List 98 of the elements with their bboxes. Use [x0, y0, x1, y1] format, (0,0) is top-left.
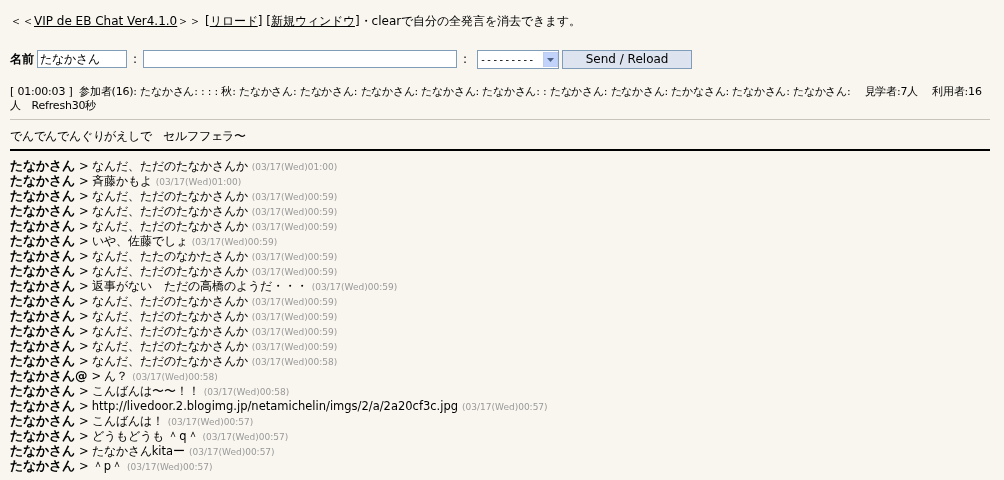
- message-separator: >: [79, 234, 89, 248]
- message-author: たなかさん: [10, 248, 75, 265]
- message-separator: >: [79, 279, 89, 293]
- message-author: たなかさん: [10, 428, 75, 445]
- message-text: こんばんは〜〜！！: [91, 384, 200, 399]
- message-time: (03/17(Wed)00:59): [191, 237, 278, 247]
- message-text: ＾p＾: [91, 459, 123, 474]
- message-separator: >: [79, 159, 89, 173]
- message-separator: >: [79, 414, 89, 428]
- message-separator: >: [79, 354, 89, 368]
- message-separator: >: [79, 399, 89, 413]
- message-separator: >: [79, 189, 89, 203]
- message-text: なんだ、ただのたなかさんか: [91, 309, 248, 324]
- message-author: たなかさん: [10, 188, 75, 205]
- send-reload-button[interactable]: Send / Reload: [562, 49, 693, 69]
- message-separator: >: [79, 459, 89, 473]
- header-link[interactable]: リロード: [209, 14, 258, 28]
- message-author: たなかさん: [10, 173, 75, 190]
- message-text: なんだ、たたのなかたさんか: [91, 249, 248, 264]
- message-author: たなかさん: [10, 338, 75, 355]
- field-separator: :: [463, 52, 468, 66]
- message-text: なんだ、ただのたなかさんか: [91, 294, 248, 309]
- message-text: なんだ、ただのたなかさんか: [91, 264, 248, 279]
- message-time: (03/17(Wed)00:58): [132, 372, 218, 382]
- header-text: ＜＜VIP de EB Chat Ver4.1.0＞＞ [リロード] [新規ウィンドウ]・clearで自分の全発言を消去できます。: [10, 13, 583, 30]
- message-separator: >: [79, 219, 89, 233]
- message-author: たなかさん: [10, 293, 75, 310]
- message-time: (03/17(Wed)00:57): [202, 432, 289, 442]
- message-text: なんだ、ただのたなかさんか: [91, 204, 248, 219]
- message-text: いや、佐藤でしょ: [91, 234, 188, 249]
- message-time: (03/17(Wed)01:00): [155, 177, 242, 187]
- status-text: [ 01:00:03 ] 参加者(16): たなかさん: : : : 秋: たなかさん: たなかさん: たなかさん: たなかさん: たなかさん: : たなかさん: たなかさん: たかなさん: たなかさん: たなかさん: 見学者:7人 利用者:16人 Refresh30秒: [10, 85, 990, 120]
- message-text: 返事がない ただの高橋のようだ・・・: [91, 279, 308, 294]
- message-author: たなかさん: [10, 308, 75, 325]
- message-author: たなかさん: [10, 458, 75, 475]
- message-separator: >: [79, 444, 89, 458]
- message-text: なんだ、ただのたなかさんか: [91, 324, 248, 339]
- message-author: たなかさん: [10, 383, 75, 400]
- message-time: (03/17(Wed)00:57): [189, 447, 275, 457]
- header-link[interactable]: 新規ウィンドウ: [270, 14, 355, 28]
- message-author: たなかさん: [10, 413, 75, 430]
- message-separator: >: [79, 429, 89, 443]
- message-separator: >: [79, 174, 89, 188]
- message-text: なんだ、ただのたなかさんか: [91, 219, 248, 234]
- message-text: なんだ、ただのたなかさんか: [91, 339, 248, 354]
- message-text: 斉藤かもよ: [91, 174, 152, 189]
- message-author: たなかさん@: [10, 368, 88, 385]
- header-link[interactable]: VIP de EB Chat Ver4.1.0: [34, 14, 178, 28]
- message-separator: >: [79, 309, 89, 323]
- message-author: たなかさん: [10, 278, 75, 295]
- message-text: こんばんは！: [91, 414, 164, 429]
- message-author: たなかさん: [10, 158, 75, 175]
- message-time: (03/17(Wed)00:59): [311, 282, 398, 292]
- message-time: (03/17(Wed)00:57): [126, 462, 213, 472]
- message-author: たなかさん: [10, 443, 75, 460]
- message-time: (03/17(Wed)01:00): [251, 162, 338, 172]
- message-author: たなかさん: [10, 353, 75, 370]
- message-author: たなかさん: [10, 233, 75, 250]
- message-time: (03/17(Wed)00:59): [251, 222, 338, 232]
- message-text: なんだ、ただのたなかさんか: [91, 189, 248, 204]
- message-separator: >: [91, 369, 102, 383]
- message-author: たなかさん: [10, 203, 75, 220]
- message-time: (03/17(Wed)00:59): [251, 252, 338, 262]
- name-label: 名前: [10, 50, 34, 68]
- message-author: たなかさん: [10, 398, 75, 415]
- message-time: (03/17(Wed)00:57): [462, 402, 548, 412]
- message-text: なんだ、ただのたなかさんか: [91, 159, 248, 174]
- message-time: (03/17(Wed)00:59): [251, 207, 338, 217]
- message-text: ん？: [104, 369, 129, 384]
- message-separator: >: [79, 264, 89, 278]
- message-time: (03/17(Wed)00:59): [251, 267, 338, 277]
- message-time: (03/17(Wed)00:59): [251, 297, 338, 307]
- color-dropdown[interactable]: ---------: [477, 49, 560, 69]
- message-separator: >: [79, 339, 89, 353]
- topic-text: でんでんでんぐりがえしで セルフフェラ〜: [10, 129, 990, 151]
- message-time: (03/17(Wed)00:58): [203, 387, 290, 397]
- message-time: (03/17(Wed)00:59): [251, 312, 338, 322]
- message-author: たなかさん: [10, 323, 75, 340]
- message-text: なんだ、ただのたなかさんか: [91, 354, 248, 369]
- message-time: (03/17(Wed)00:58): [251, 357, 338, 367]
- message-author: たなかさん: [10, 218, 75, 235]
- message-separator: >: [79, 249, 89, 263]
- message-separator: >: [79, 324, 89, 338]
- message-time: (03/17(Wed)00:59): [251, 327, 338, 337]
- message-text: どうもどうも ＾q＾: [91, 429, 199, 444]
- message-time: (03/17(Wed)00:59): [251, 342, 338, 352]
- dropdown-arrow-icon: [543, 51, 559, 67]
- field-separator: :: [133, 52, 138, 66]
- message-text: http://livedoor.2.blogimg.jp/netamichelin/imgs/2/a/2a20cf3c.jpg: [91, 399, 459, 413]
- message-time: (03/17(Wed)00:59): [251, 192, 338, 202]
- message-field[interactable]: [143, 50, 458, 68]
- message-text: たなかさんkitaー: [91, 444, 186, 459]
- message-separator: >: [79, 204, 89, 218]
- name-field[interactable]: たなかさん: [37, 50, 127, 68]
- message-time: (03/17(Wed)00:57): [167, 417, 254, 427]
- message-author: たなかさん: [10, 263, 75, 280]
- message-separator: >: [79, 294, 89, 308]
- message-separator: >: [79, 384, 89, 398]
